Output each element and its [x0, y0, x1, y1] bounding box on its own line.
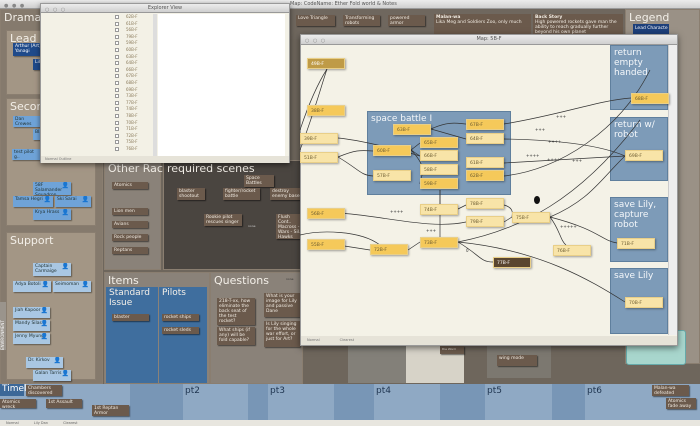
- node[interactable]: 73B-F: [420, 237, 458, 248]
- zoom-select[interactable]: Clearest: [63, 421, 77, 425]
- edge-label: ++++: [390, 209, 403, 214]
- timeline: Timel pt2 pt3 pt4 pt5 pt6 Chambers disco…: [0, 384, 700, 420]
- node[interactable]: 49B-F: [307, 58, 345, 69]
- node[interactable]: 75B-F: [512, 212, 550, 223]
- timeline-note[interactable]: Atomics wreck: [0, 399, 36, 408]
- timeline-note[interactable]: Chambers discovered: [26, 385, 62, 396]
- node[interactable]: 74B-F: [420, 204, 458, 215]
- cursor-mark: [534, 196, 540, 204]
- timeline-band: [440, 384, 485, 420]
- timeline-part: pt6: [587, 386, 602, 396]
- timeline-band: [552, 384, 585, 420]
- edge-label: +++: [556, 114, 566, 119]
- node[interactable]: 51B-F: [300, 152, 338, 163]
- node[interactable]: 59B-F: [420, 178, 458, 189]
- node[interactable]: 39B-F: [300, 133, 338, 144]
- node[interactable]: 56B-F: [307, 208, 345, 219]
- node[interactable]: 63B-F: [393, 124, 431, 135]
- edge-label: ++++: [548, 139, 561, 144]
- node[interactable]: 65B-F: [420, 137, 458, 148]
- edge-label: +++: [535, 127, 545, 132]
- node[interactable]: 61B-F: [466, 157, 504, 168]
- map-links: +++ +++ ++++ ++++ +++ ++++ +++ +++++ +++…: [299, 68, 651, 303]
- node[interactable]: 57B-F: [373, 170, 411, 181]
- node[interactable]: 71B-F: [617, 238, 655, 249]
- node[interactable]: 69B-F: [625, 150, 663, 161]
- timeline-part: pt4: [376, 386, 391, 396]
- node[interactable]: 60B-F: [373, 145, 411, 156]
- node[interactable]: 66B-F: [420, 150, 458, 161]
- status-bar: Normal Lily Dan Clearest: [0, 420, 700, 426]
- node[interactable]: 78B-F: [466, 198, 504, 209]
- node[interactable]: 77B-F: [493, 257, 531, 268]
- node[interactable]: 72B-F: [370, 244, 408, 255]
- node[interactable]: 70B-F: [625, 297, 663, 308]
- timeline-title: Timel: [0, 384, 27, 396]
- node[interactable]: 38B-F: [307, 105, 345, 116]
- timeline-note[interactable]: Atomics fade away: [666, 398, 696, 409]
- timeline-note[interactable]: Malan-wa defeated: [652, 385, 689, 396]
- node[interactable]: 58B-F: [420, 164, 458, 175]
- edge-label: +++++: [560, 224, 577, 229]
- timeline-note[interactable]: 1st Assault: [46, 399, 82, 408]
- mode-select[interactable]: Normal: [6, 421, 19, 425]
- node[interactable]: 55B-F: [307, 239, 345, 250]
- timeline-band: [248, 384, 268, 420]
- node[interactable]: 76B-F: [553, 245, 591, 256]
- node[interactable]: 68B-F: [631, 93, 669, 104]
- edge-label: +++: [426, 228, 436, 233]
- edge-label: ++++: [547, 157, 560, 162]
- edge-label: ++++: [526, 153, 539, 158]
- timeline-part: pt5: [487, 386, 502, 396]
- timeline-part: pt2: [185, 386, 200, 396]
- timeline-band: [334, 384, 374, 420]
- edge-label: +++: [572, 158, 582, 163]
- node[interactable]: 62B-F: [466, 170, 504, 181]
- timeline-part: pt3: [270, 386, 285, 396]
- field-select[interactable]: Lily Dan: [34, 421, 48, 425]
- node[interactable]: 64B-F: [466, 133, 504, 144]
- timeline-note[interactable]: 1st Reptan Armor: [92, 405, 129, 416]
- timeline-band: [130, 384, 183, 420]
- node[interactable]: 79B-F: [466, 216, 504, 227]
- node[interactable]: 67B-F: [466, 119, 504, 130]
